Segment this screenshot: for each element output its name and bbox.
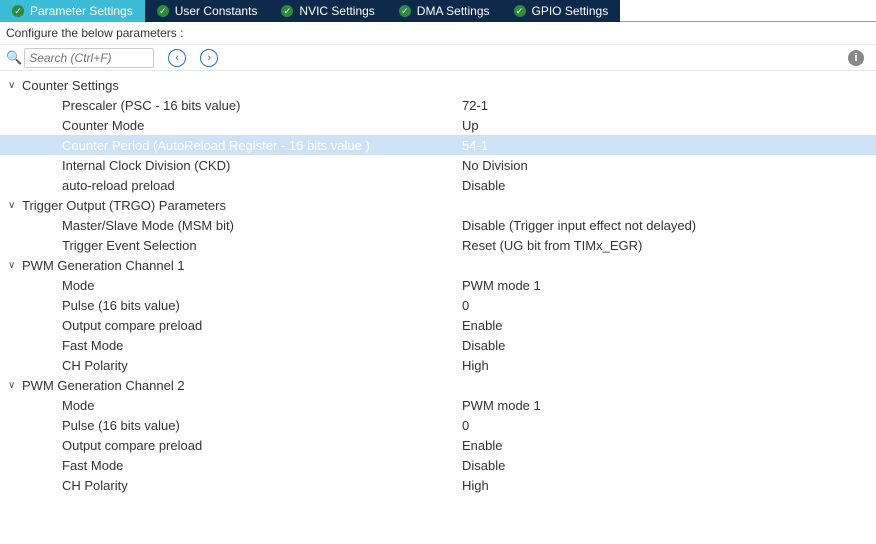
parameter-label: Fast Mode <box>62 458 462 473</box>
parameter-value[interactable]: Disable <box>462 178 505 193</box>
group-header[interactable]: ∨PWM Generation Channel 2 <box>0 375 876 395</box>
tab-bar: Parameter Settings User Constants NVIC Set… <box>0 0 876 22</box>
parameter-row[interactable]: ModePWM mode 1 <box>0 275 876 295</box>
parameter-value[interactable]: Enable <box>462 318 502 333</box>
parameter-row[interactable]: Fast ModeDisable <box>0 335 876 355</box>
tab-label: DMA Settings <box>417 4 490 18</box>
group-label: PWM Generation Channel 2 <box>22 378 185 393</box>
parameter-value[interactable]: Disable <box>462 458 505 473</box>
parameter-label: CH Polarity <box>62 358 462 373</box>
parameter-value[interactable]: 54-1 <box>462 138 488 153</box>
parameter-value[interactable]: Reset (UG bit from TIMx_EGR) <box>462 238 642 253</box>
parameter-tree: ∨Counter SettingsPrescaler (PSC - 16 bit… <box>0 71 876 499</box>
parameter-label: Output compare preload <box>62 438 462 453</box>
tab-dma-settings[interactable]: DMA Settings <box>387 0 502 22</box>
parameter-row[interactable]: ModePWM mode 1 <box>0 395 876 415</box>
parameter-value[interactable]: 0 <box>462 418 469 433</box>
parameter-value[interactable]: Up <box>462 118 479 133</box>
parameter-row[interactable]: CH PolarityHigh <box>0 355 876 375</box>
parameter-label: Prescaler (PSC - 16 bits value) <box>62 98 462 113</box>
parameter-label: Pulse (16 bits value) <box>62 298 462 313</box>
parameter-label: Trigger Event Selection <box>62 238 462 253</box>
check-icon <box>399 5 411 17</box>
parameter-row[interactable]: CH PolarityHigh <box>0 475 876 495</box>
chevron-down-icon: ∨ <box>8 200 22 211</box>
group-label: Trigger Output (TRGO) Parameters <box>22 198 226 213</box>
parameter-label: Counter Period (AutoReload Register - 16… <box>62 138 462 153</box>
toolbar: 🔍 ‹ › i <box>0 45 876 71</box>
tab-parameter-settings[interactable]: Parameter Settings <box>0 0 145 22</box>
tab-nvic-settings[interactable]: NVIC Settings <box>269 0 386 22</box>
check-icon <box>12 5 24 17</box>
parameter-value[interactable]: Disable <box>462 338 505 353</box>
chevron-down-icon: ∨ <box>8 260 22 271</box>
chevron-down-icon: ∨ <box>8 80 22 91</box>
group-header[interactable]: ∨PWM Generation Channel 1 <box>0 255 876 275</box>
tab-label: GPIO Settings <box>532 4 609 18</box>
parameter-row[interactable]: Pulse (16 bits value)0 <box>0 295 876 315</box>
tab-label: Parameter Settings <box>30 4 133 18</box>
tab-label: NVIC Settings <box>299 4 374 18</box>
parameter-label: Output compare preload <box>62 318 462 333</box>
parameter-label: auto-reload preload <box>62 178 462 193</box>
parameter-row[interactable]: Output compare preloadEnable <box>0 435 876 455</box>
check-icon <box>157 5 169 17</box>
parameter-value[interactable]: No Division <box>462 158 528 173</box>
parameter-label: Internal Clock Division (CKD) <box>62 158 462 173</box>
search-input[interactable] <box>24 48 154 68</box>
info-icon[interactable]: i <box>848 50 864 66</box>
parameter-row[interactable]: Trigger Event SelectionReset (UG bit fro… <box>0 235 876 255</box>
parameter-label: Pulse (16 bits value) <box>62 418 462 433</box>
search-prev-button[interactable]: ‹ <box>168 49 186 67</box>
parameter-label: Counter Mode <box>62 118 462 133</box>
tab-user-constants[interactable]: User Constants <box>145 0 270 22</box>
parameter-value[interactable]: High <box>462 478 489 493</box>
parameter-row[interactable]: Counter ModeUp <box>0 115 876 135</box>
parameter-label: Mode <box>62 278 462 293</box>
parameter-row[interactable]: Pulse (16 bits value)0 <box>0 415 876 435</box>
parameter-row[interactable]: Prescaler (PSC - 16 bits value)72-1 <box>0 95 876 115</box>
parameter-label: CH Polarity <box>62 478 462 493</box>
parameter-row[interactable]: Fast ModeDisable <box>0 455 876 475</box>
group-label: PWM Generation Channel 1 <box>22 258 185 273</box>
tab-gpio-settings[interactable]: GPIO Settings <box>502 0 621 22</box>
parameter-value[interactable]: 0 <box>462 298 469 313</box>
parameter-label: Master/Slave Mode (MSM bit) <box>62 218 462 233</box>
parameter-value[interactable]: High <box>462 358 489 373</box>
check-icon <box>281 5 293 17</box>
check-icon <box>514 5 526 17</box>
parameter-row[interactable]: Output compare preloadEnable <box>0 315 876 335</box>
instruction-text: Configure the below parameters : <box>0 22 876 45</box>
group-header[interactable]: ∨Counter Settings <box>0 75 876 95</box>
search-icon: 🔍 <box>6 50 22 66</box>
parameter-label: Mode <box>62 398 462 413</box>
parameter-row[interactable]: Internal Clock Division (CKD)No Division <box>0 155 876 175</box>
parameter-row[interactable]: Master/Slave Mode (MSM bit)Disable (Trig… <box>0 215 876 235</box>
chevron-down-icon: ∨ <box>8 380 22 391</box>
search-next-button[interactable]: › <box>200 49 218 67</box>
parameter-value[interactable]: Enable <box>462 438 502 453</box>
parameter-value[interactable]: 72-1 <box>462 98 488 113</box>
tab-label: User Constants <box>175 4 258 18</box>
parameter-row[interactable]: auto-reload preloadDisable <box>0 175 876 195</box>
parameter-value[interactable]: Disable (Trigger input effect not delaye… <box>462 218 696 233</box>
parameter-value[interactable]: PWM mode 1 <box>462 398 541 413</box>
parameter-row[interactable]: Counter Period (AutoReload Register - 16… <box>0 135 876 155</box>
parameter-label: Fast Mode <box>62 338 462 353</box>
group-label: Counter Settings <box>22 78 119 93</box>
parameter-value[interactable]: PWM mode 1 <box>462 278 541 293</box>
group-header[interactable]: ∨Trigger Output (TRGO) Parameters <box>0 195 876 215</box>
